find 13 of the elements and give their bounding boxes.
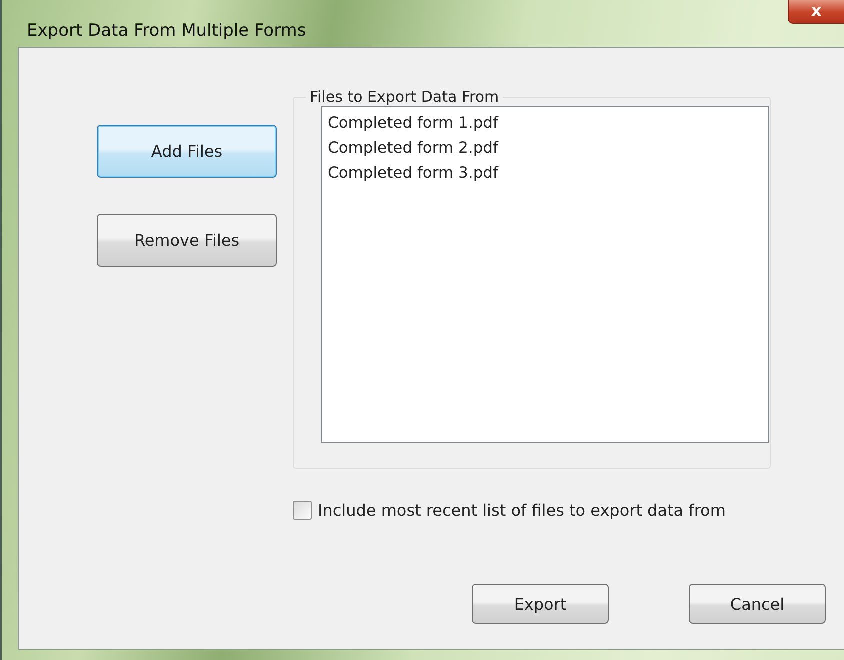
file-list[interactable]: Completed form 1.pdf Completed form 2.pdf Completed form 3.pdf [321,106,769,443]
checkbox[interactable] [293,501,312,520]
checkbox-label[interactable]: Include most recent list of files to export data from [318,501,726,520]
group-title: Files to Export Data From [309,88,500,106]
add-files-button[interactable]: Add Files [97,125,277,178]
file-item[interactable]: Completed form 1.pdf [328,111,762,136]
window-title: Export Data From Multiple Forms [27,21,306,41]
remove-files-button[interactable]: Remove Files [97,214,277,267]
cancel-button[interactable]: Cancel [689,584,826,624]
export-button[interactable]: Export [472,584,609,624]
close-button[interactable]: x [788,0,844,24]
file-item[interactable]: Completed form 3.pdf [328,161,762,186]
file-item[interactable]: Completed form 2.pdf [328,136,762,161]
